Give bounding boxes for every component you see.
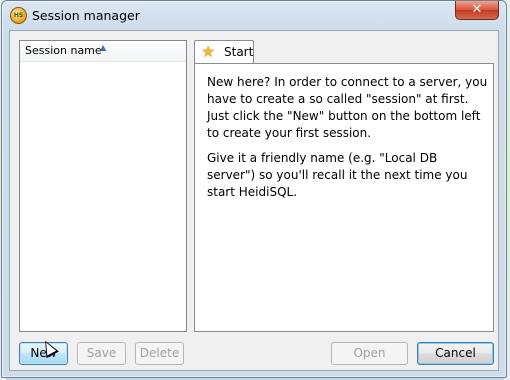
start-tab-panel: New here? In order to connect to a serve… [194, 63, 494, 332]
close-button[interactable]: ✕ [455, 1, 499, 20]
start-help-paragraph-2: Give it a friendly name (e.g. "Local DB … [207, 151, 468, 199]
title-bar[interactable]: HS Session manager ✕ [2, 1, 506, 31]
dialog-client-area: Session name ▲ ★ Start New here? In orde… [9, 30, 499, 371]
cancel-button[interactable]: Cancel [417, 342, 494, 365]
session-manager-window: HS Session manager ✕ Session name ▲ ★ St… [1, 0, 507, 378]
session-list-header[interactable]: Session name ▲ [20, 41, 186, 62]
start-help-paragraph-1: New here? In order to connect to a serve… [207, 75, 488, 140]
tab-start[interactable]: ★ Start [194, 40, 254, 64]
window-title: Session manager [32, 8, 140, 23]
open-button[interactable]: Open [331, 342, 408, 365]
star-icon: ★ [201, 42, 216, 61]
column-header-session-name[interactable]: Session name [25, 44, 102, 57]
heidisql-app-icon[interactable]: HS [10, 7, 27, 24]
save-button[interactable]: Save [77, 342, 126, 365]
session-list[interactable]: Session name ▲ [19, 40, 187, 332]
delete-button[interactable]: Delete [135, 342, 184, 365]
sort-ascending-icon: ▲ [100, 43, 107, 52]
tab-start-label: Start [224, 45, 254, 59]
